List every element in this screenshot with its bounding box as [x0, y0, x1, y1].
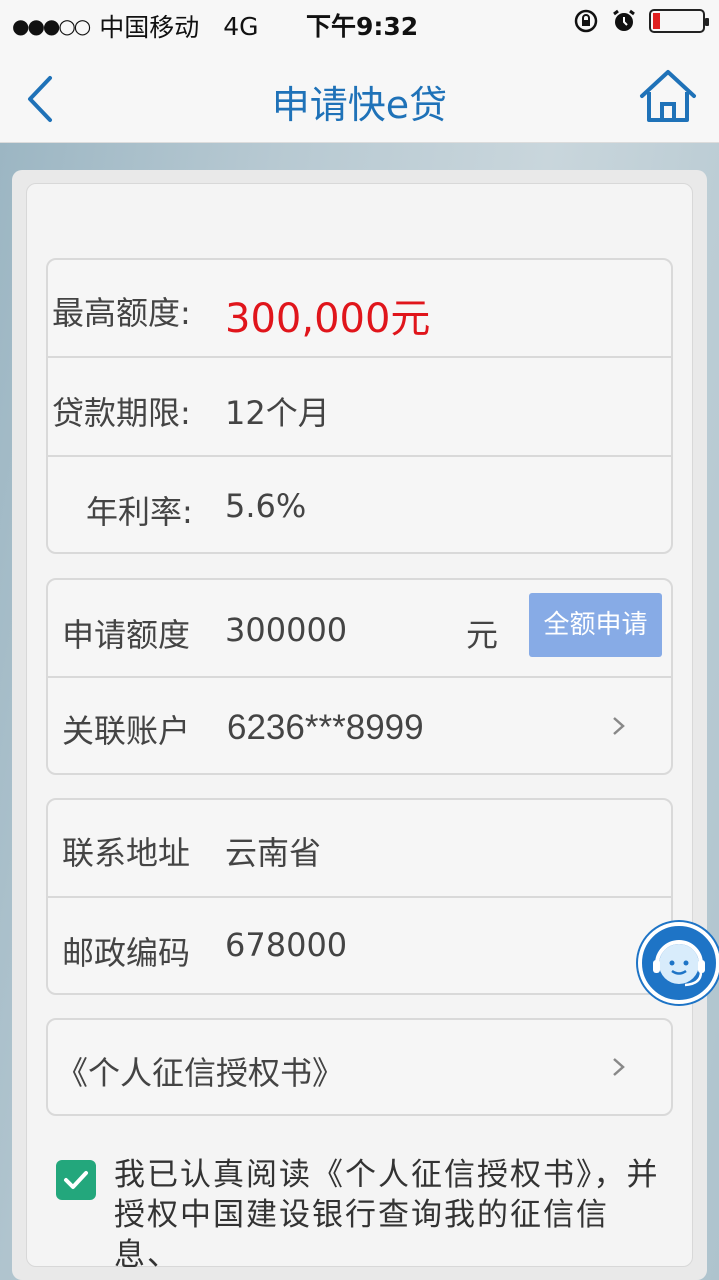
address-value: 云南省: [225, 834, 322, 872]
status-time: 下午9:32: [306, 12, 419, 41]
loan-term-value: 12个月: [225, 394, 330, 432]
nav-bar: 申请快e贷: [0, 48, 719, 143]
postcode-label: 邮政编码: [62, 934, 191, 972]
interest-rate-value: 5.6%: [225, 487, 307, 525]
auth-doc-group[interactable]: 《个人征信授权书》: [46, 1018, 673, 1116]
interest-rate-row: 年利率: 5.6%: [48, 455, 671, 552]
agreement-line-1: 我已认真阅读《个人征信授权书》，并: [114, 1157, 660, 1193]
address-row[interactable]: 联系地址 云南省: [48, 800, 671, 896]
loan-info-group: 最高额度: 300,000元 贷款期限: 12个月 年利率: 5.6%: [46, 258, 673, 554]
linked-account-value: 6236***8999: [227, 708, 424, 747]
postcode-value: 678000: [225, 926, 348, 964]
linked-account-row[interactable]: 关联账户 6236***8999: [48, 676, 671, 773]
network-type: 4G: [223, 11, 259, 41]
address-label: 联系地址: [62, 834, 191, 872]
max-amount-value: 300,000元: [225, 296, 431, 342]
rotation-lock-icon: [574, 9, 598, 33]
agreement-line-2: 授权中国建设银行查询我的征信信息、: [114, 1197, 609, 1273]
max-amount-label: 最高额度:: [52, 294, 191, 332]
agree-checkbox[interactable]: [56, 1160, 96, 1200]
battery-icon: [649, 9, 709, 33]
auth-doc-link[interactable]: 《个人征信授权书》: [56, 1048, 344, 1094]
chevron-right-icon: [613, 1058, 625, 1076]
apply-amount-row: 申请额度 300000 元 全额申请: [48, 580, 671, 676]
page-title: 申请快e贷: [271, 83, 448, 127]
agreement-text: 我已认真阅读《个人征信授权书》，并 授权中国建设银行查询我的征信信息、: [114, 1155, 674, 1275]
customer-service-button[interactable]: [638, 922, 719, 1004]
customer-service-icon: [653, 940, 705, 987]
postcode-row[interactable]: 邮政编码 678000: [48, 896, 671, 993]
carrier-name: 中国移动: [99, 13, 200, 42]
status-right: [573, 8, 709, 34]
apply-group: 申请额度 300000 元 全额申请 关联账户 6236***8999: [46, 578, 673, 775]
full-amount-button[interactable]: 全额申请: [529, 593, 662, 657]
loan-term-row: 贷款期限: 12个月: [48, 356, 671, 455]
alarm-icon: [613, 9, 635, 31]
linked-account-label: 关联账户: [62, 712, 191, 750]
apply-amount-input[interactable]: 300000: [225, 611, 347, 649]
interest-rate-label: 年利率:: [86, 493, 193, 531]
apply-amount-label: 申请额度: [62, 616, 191, 654]
max-amount-row: 最高额度: 300,000元: [48, 260, 671, 356]
contact-group: 联系地址 云南省 邮政编码 678000: [46, 798, 673, 995]
status-left: ●●●○○ 中国移动 4G: [12, 8, 259, 44]
status-bar: ●●●○○ 中国移动 4G 下午9:32: [0, 0, 719, 48]
chevron-right-icon: [613, 717, 625, 735]
signal-strength-icon: ●●●○○: [12, 14, 91, 38]
battery-level: [653, 13, 660, 29]
checkmark-icon: [64, 1171, 88, 1189]
home-icon[interactable]: [638, 68, 698, 124]
apply-amount-unit: 元: [466, 616, 499, 654]
loan-term-label: 贷款期限:: [52, 394, 191, 432]
